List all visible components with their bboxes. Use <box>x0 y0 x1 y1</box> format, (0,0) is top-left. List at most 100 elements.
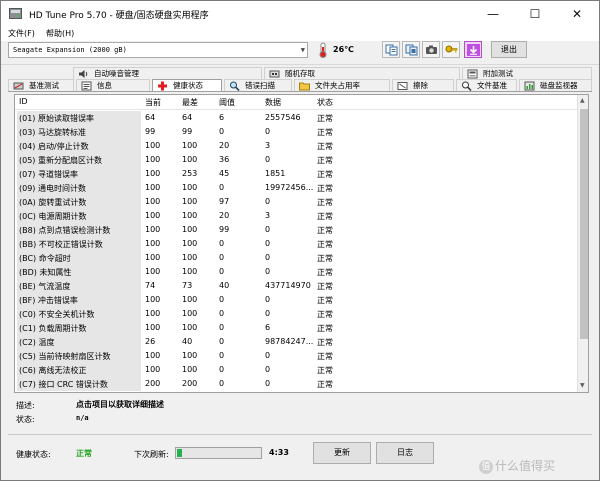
table-row[interactable]: (BC) 命令超时 100 100 0 0 正常 <box>15 251 577 265</box>
column-header-current[interactable]: 当前 <box>145 97 161 108</box>
footer-divider <box>8 434 592 435</box>
table-row[interactable]: (01) 原始读取错误率 64 64 6 2557546 正常 <box>15 111 577 125</box>
table-row[interactable]: (BB) 不可校正错误计数 100 100 0 0 正常 <box>15 237 577 251</box>
table-row[interactable]: (C0) 不安全关机计数 100 100 0 0 正常 <box>15 307 577 321</box>
cell-data: 0 <box>265 225 271 234</box>
table-row[interactable]: (BF) 冲击错误率 100 100 0 0 正常 <box>15 293 577 307</box>
cell-id: (BE) 气流温度 <box>17 279 141 293</box>
cell-status: 正常 <box>317 170 333 179</box>
cell-threshold: 0 <box>219 365 225 374</box>
column-header-threshold[interactable]: 阈值 <box>219 97 235 108</box>
cell-worst: 100 <box>182 365 198 374</box>
update-button[interactable]: 更新 <box>313 442 371 464</box>
table-row[interactable]: (C5) 当前待映射扇区计数 100 100 0 0 正常 <box>15 349 577 363</box>
tab-label: 信息 <box>97 81 112 90</box>
copy-screen-icon <box>405 44 418 56</box>
cell-current: 100 <box>145 239 161 248</box>
watermark-text: 什么值得买 <box>495 459 556 473</box>
cell-status: 正常 <box>317 198 333 207</box>
cell-worst: 100 <box>182 225 198 234</box>
download-icon <box>467 44 480 56</box>
drive-select[interactable]: Seagate Expansion (2000 gB) ▼ <box>8 42 308 58</box>
column-header-id[interactable]: ID <box>19 97 28 106</box>
table-row[interactable]: (07) 寻道错误率 100 253 45 1851 正常 <box>15 167 577 181</box>
key-icon <box>445 45 458 53</box>
magnifier-icon <box>230 81 240 91</box>
random-access-icon <box>269 70 280 78</box>
scrollbar-thumb[interactable] <box>580 109 588 339</box>
table-row[interactable]: (0A) 旋转重试计数 100 100 97 0 正常 <box>15 195 577 209</box>
tab-label: 健康状态 <box>173 81 203 90</box>
cell-id: (C7) 接口 CRC 错误计数 <box>17 377 141 391</box>
cell-current: 100 <box>145 183 161 192</box>
copy-screen-button[interactable] <box>402 41 420 58</box>
cell-current: 99 <box>145 127 156 136</box>
cell-data: 6 <box>265 323 271 332</box>
cell-data: 0 <box>265 295 271 304</box>
cell-status: 正常 <box>317 310 333 319</box>
cell-data: 2557546 <box>265 113 301 122</box>
cell-status: 正常 <box>317 352 333 361</box>
cell-threshold: 45 <box>219 169 230 178</box>
watermark-badge: 值 <box>479 459 493 474</box>
smart-table[interactable]: ID 当前 最差 阈值 数据 状态 (01) 原始读取错误率 64 64 6 25575… <box>14 94 589 393</box>
watermark: 值什么值得买 <box>479 457 555 474</box>
maximize-button[interactable]: ☐ <box>515 1 555 27</box>
table-row[interactable]: (03) 马达旋转标准 99 99 0 0 正常 <box>15 125 577 139</box>
cell-status: 正常 <box>317 212 333 221</box>
save-button[interactable] <box>464 41 482 58</box>
tab-label: 基准测试 <box>29 81 59 90</box>
vertical-scrollbar[interactable]: ▲ ▼ <box>577 95 588 392</box>
scroll-down-arrow-icon[interactable]: ▼ <box>580 382 585 389</box>
red-cross-icon <box>158 81 167 91</box>
column-header-data[interactable]: 数据 <box>265 97 281 108</box>
screenshot-button[interactable] <box>422 41 440 58</box>
cell-threshold: 0 <box>219 337 225 346</box>
cell-threshold: 99 <box>219 225 230 234</box>
refresh-progress-fill <box>177 449 182 457</box>
log-button[interactable]: 日志 <box>376 442 434 464</box>
cell-current: 100 <box>145 253 161 262</box>
column-header-worst[interactable]: 最差 <box>182 97 198 108</box>
cell-status: 正常 <box>317 324 333 333</box>
cell-status: 正常 <box>317 184 333 193</box>
table-row[interactable]: (C2) 温度 26 40 0 98784247... 正常 <box>15 335 577 349</box>
column-header-status[interactable]: 状态 <box>317 97 333 108</box>
table-row[interactable]: (0C) 电源周期计数 100 100 20 3 正常 <box>15 209 577 223</box>
cell-id: (C0) 不安全关机计数 <box>17 307 141 321</box>
table-row[interactable]: (09) 通电时间计数 100 100 0 19972456... 正常 <box>15 181 577 195</box>
table-row[interactable]: (C1) 负载周期计数 100 100 0 6 正常 <box>15 321 577 335</box>
file-benchmark-icon <box>462 81 472 91</box>
table-row[interactable]: (C6) 离线无法校正 100 100 0 0 正常 <box>15 363 577 377</box>
cell-status: 正常 <box>317 226 333 235</box>
close-button[interactable]: ✕ <box>557 1 597 27</box>
table-row[interactable]: (BE) 气流温度 74 73 40 437714970 正常 <box>15 279 577 293</box>
menu-help[interactable]: 帮助(H) <box>46 28 74 39</box>
minimize-button[interactable]: — <box>473 1 513 27</box>
cell-current: 100 <box>145 351 161 360</box>
cell-data: 0 <box>265 239 271 248</box>
cell-id: (BB) 不可校正错误计数 <box>17 237 141 251</box>
cell-worst: 253 <box>182 169 198 178</box>
cell-current: 100 <box>145 365 161 374</box>
table-row[interactable]: (04) 启动/停止计数 100 100 20 3 正常 <box>15 139 577 153</box>
table-row[interactable]: (C7) 接口 CRC 错误计数 200 200 0 0 正常 <box>15 377 577 391</box>
cell-worst: 200 <box>182 379 198 388</box>
cell-threshold: 0 <box>219 239 225 248</box>
copy-text-button[interactable] <box>382 41 400 58</box>
table-row[interactable]: (05) 重新分配扇区计数 100 100 36 0 正常 <box>15 153 577 167</box>
cell-worst: 99 <box>182 127 193 136</box>
cell-worst: 100 <box>182 155 198 164</box>
table-row[interactable]: (BD) 未知属性 100 100 0 0 正常 <box>15 265 577 279</box>
table-row[interactable]: (B8) 点到点错误检测计数 100 100 99 0 正常 <box>15 223 577 237</box>
tab-label: 错误扫描 <box>245 81 275 90</box>
cell-threshold: 0 <box>219 379 225 388</box>
menu-file[interactable]: 文件(F) <box>8 28 35 39</box>
options-button[interactable] <box>442 41 460 58</box>
cell-current: 100 <box>145 155 161 164</box>
cell-id: (B8) 点到点错误检测计数 <box>17 223 141 237</box>
exit-button[interactable]: 退出 <box>491 41 527 58</box>
copy-text-icon <box>385 44 398 56</box>
scroll-up-arrow-icon[interactable]: ▲ <box>580 97 585 104</box>
cell-worst: 100 <box>182 239 198 248</box>
